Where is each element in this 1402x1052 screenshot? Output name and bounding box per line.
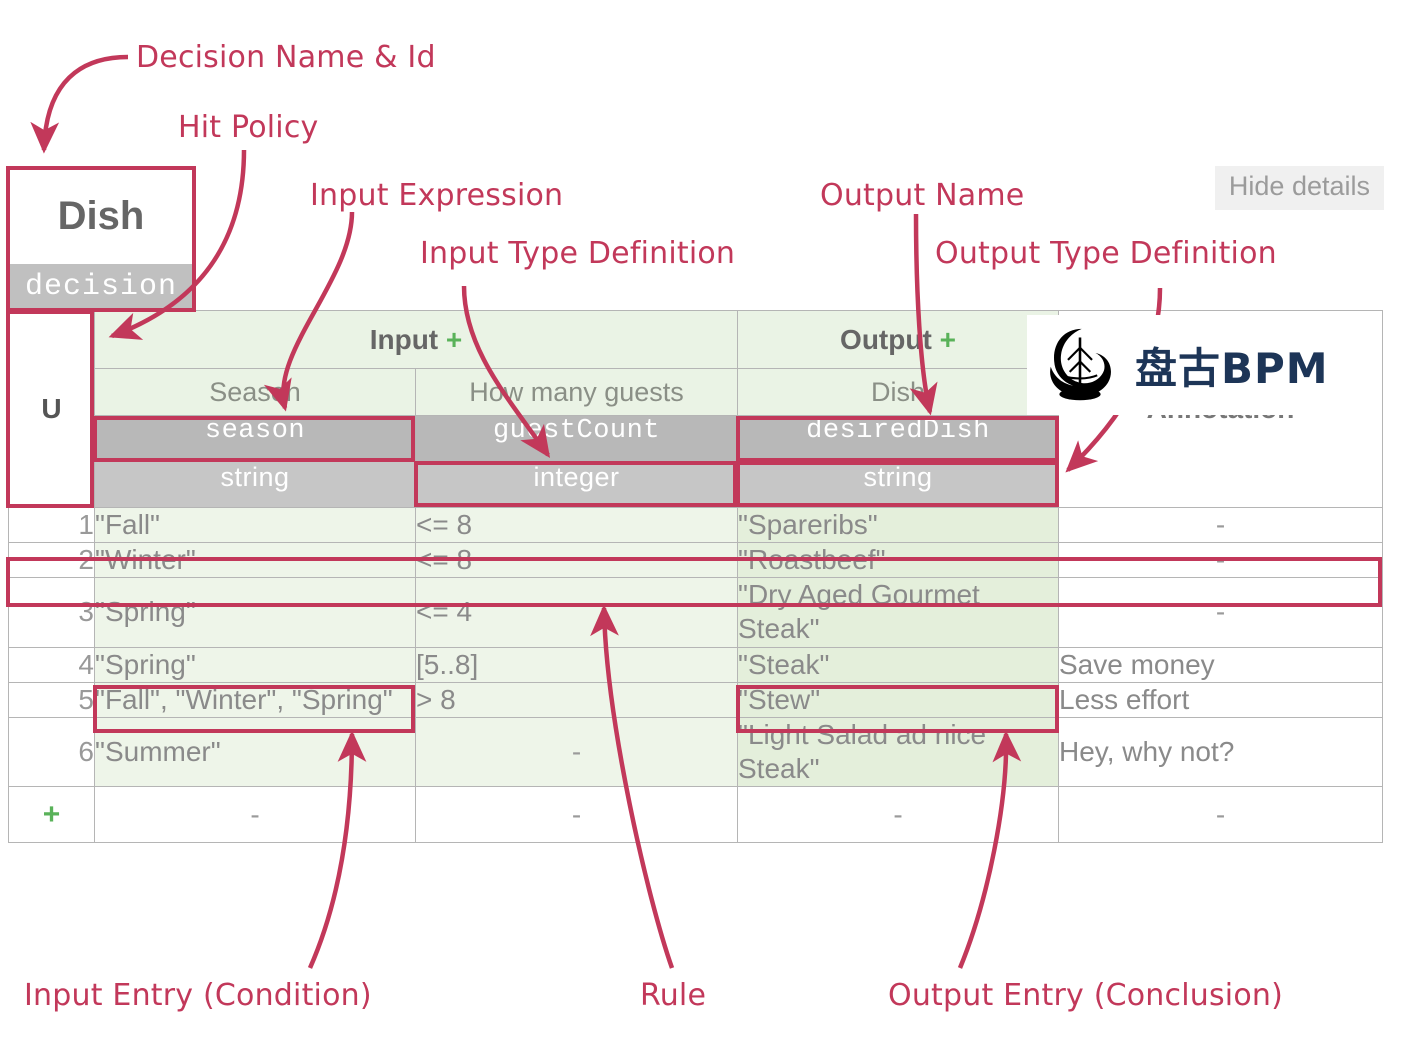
annotation-entry[interactable]: Save money	[1058, 646, 1383, 683]
input-2-type[interactable]: integer	[416, 462, 737, 507]
output-entry-dish[interactable]: "Dry Aged Gourmet Steak"	[737, 577, 1059, 648]
output-group-label: Output	[840, 323, 932, 355]
table-row[interactable]: 6 "Summer" - "Light Salad ad nice Steak"…	[8, 716, 1383, 788]
output-entry-dish[interactable]: "Stew"	[737, 681, 1059, 718]
table-row[interactable]: 2 "Winter" <= 8 "Roastbeef" -	[8, 542, 1383, 579]
hit-policy-cell[interactable]: U	[8, 310, 95, 508]
decision-header-box[interactable]: Dish decision	[8, 168, 194, 310]
input-1-type[interactable]: string	[95, 462, 415, 507]
input-entry-season[interactable]: "Summer"	[94, 716, 416, 788]
label-hit-policy: Hit Policy	[178, 110, 319, 145]
label-output-type-definition: Output Type Definition	[935, 236, 1277, 271]
add-row-cell[interactable]: -	[94, 786, 416, 844]
input-group-label: Input	[369, 323, 439, 355]
output-1-label[interactable]: Dish	[737, 368, 1059, 416]
input-entry-season[interactable]: "Winter"	[94, 542, 416, 579]
add-row-cell[interactable]: -	[1058, 786, 1383, 844]
output-entry-dish[interactable]: "Light Salad ad nice Steak"	[737, 716, 1059, 788]
table-row[interactable]: 3 "Spring" <= 4 "Dry Aged Gourmet Steak"…	[8, 577, 1383, 648]
annotation-entry[interactable]: Hey, why not?	[1058, 716, 1383, 788]
watermark: 盘古BPM	[1027, 315, 1382, 415]
annotation-entry[interactable]: -	[1058, 542, 1383, 579]
add-row-cell[interactable]: -	[737, 786, 1059, 844]
input-entry-guests[interactable]: <= 4	[415, 577, 738, 648]
decision-name[interactable]: Dish	[8, 168, 194, 264]
table-row[interactable]: 4 "Spring" [5..8] "Steak" Save money	[8, 646, 1383, 683]
input-1-expression[interactable]: season	[95, 416, 415, 462]
add-input-icon[interactable]: +	[446, 324, 462, 355]
output-group-header[interactable]: Output +	[737, 310, 1059, 369]
input-entry-season[interactable]: "Spring"	[94, 646, 416, 683]
annotation-entry[interactable]: -	[1058, 577, 1383, 648]
row-index: 5	[8, 681, 95, 718]
input-entry-guests[interactable]: > 8	[415, 681, 738, 718]
input-entry-season[interactable]: "Spring"	[94, 577, 416, 648]
row-index: 4	[8, 646, 95, 683]
input-entry-guests[interactable]: [5..8]	[415, 646, 738, 683]
input-entry-season[interactable]: "Fall"	[94, 506, 416, 544]
add-output-icon[interactable]: +	[940, 324, 956, 355]
input-2-detail-cell: guestCount integer	[415, 415, 738, 508]
watermark-text: 盘古BPM	[1135, 343, 1329, 393]
input-2-expression[interactable]: guestCount	[416, 416, 737, 462]
input-1-detail-cell: season string	[95, 416, 416, 508]
label-output-entry: Output Entry (Conclusion)	[888, 978, 1283, 1013]
hide-details-button[interactable]: Hide details	[1214, 166, 1384, 210]
label-input-type-definition: Input Type Definition	[420, 236, 736, 271]
input-group-header[interactable]: Input +	[94, 310, 738, 369]
label-input-entry: Input Entry (Condition)	[24, 978, 372, 1013]
input-1-label[interactable]: Season	[94, 368, 416, 416]
row-index: 2	[8, 542, 95, 579]
annotation-entry[interactable]: Less effort	[1058, 681, 1383, 718]
add-row-cell[interactable]: -	[415, 786, 738, 844]
table-row[interactable]: 5 "Fall", "Winter", "Spring" > 8 "Stew" …	[8, 681, 1383, 718]
output-1-detail-cell: desiredDish string	[737, 415, 1059, 508]
input-entry-season[interactable]: "Fall", "Winter", "Spring"	[94, 681, 416, 718]
annotation-entry[interactable]: -	[1058, 506, 1383, 544]
input-entry-guests[interactable]: <= 8	[415, 542, 738, 579]
add-rule-row[interactable]: + - - - -	[8, 786, 1383, 844]
decision-id[interactable]: decision	[8, 264, 194, 310]
input-entry-guests[interactable]: <= 8	[415, 506, 738, 544]
input-2-label[interactable]: How many guests	[415, 368, 738, 416]
output-entry-dish[interactable]: "Spareribs"	[737, 506, 1059, 544]
dmn-decision-table-diagram: Dish decision Hide details U Input + Out…	[0, 0, 1402, 1052]
label-rule: Rule	[640, 978, 707, 1013]
pangu-logo-icon	[1050, 328, 1111, 401]
table-row[interactable]: 1 "Fall" <= 8 "Spareribs" -	[8, 506, 1383, 544]
hit-policy-value: U	[41, 393, 62, 424]
row-index: 1	[8, 506, 95, 544]
label-decision-name-id: Decision Name & Id	[136, 40, 436, 75]
output-1-type[interactable]: string	[738, 462, 1058, 507]
output-entry-dish[interactable]: "Steak"	[737, 646, 1059, 683]
output-entry-dish[interactable]: "Roastbeef"	[737, 542, 1059, 579]
input-entry-guests[interactable]: -	[415, 716, 738, 788]
row-index: 3	[8, 577, 95, 648]
label-input-expression: Input Expression	[310, 178, 564, 213]
row-index: 6	[8, 716, 95, 788]
label-output-name: Output Name	[820, 178, 1025, 213]
output-1-expression[interactable]: desiredDish	[738, 416, 1058, 462]
add-rule-icon[interactable]: +	[8, 786, 95, 844]
